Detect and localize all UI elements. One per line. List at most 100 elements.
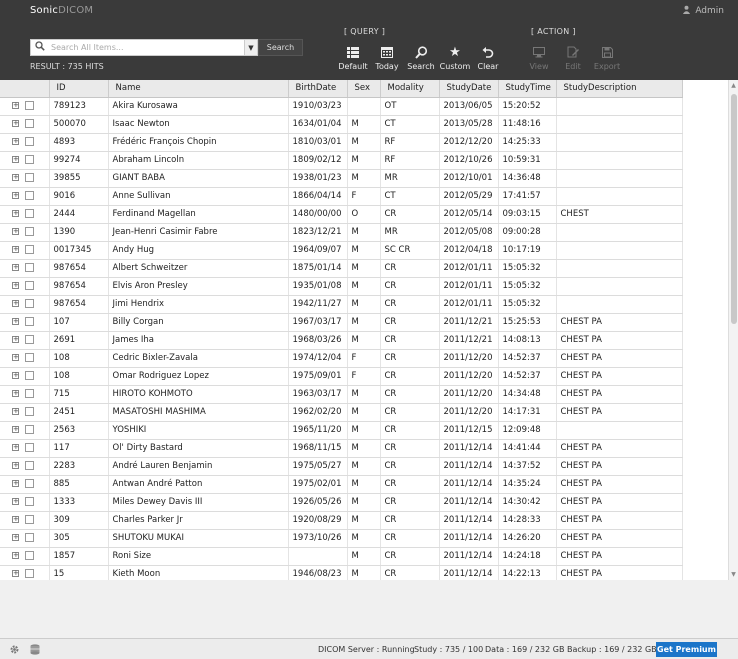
table-row[interactable]: +789123 Akira Kurosawa 1910/03/23 OT 2013/06… [0, 97, 683, 116]
row-checkbox[interactable] [25, 101, 34, 110]
row-checkbox[interactable] [25, 227, 34, 236]
table-row[interactable]: +2283 André Lauren Benjamin 1975/05/27 M CR 2… [0, 457, 683, 476]
table-row[interactable]: +2444 Ferdinand Magellan 1480/00/00 O CR 2012… [0, 205, 683, 224]
table-row[interactable]: +2563 YOSHIKI 1965/11/20 M CR 2011/12/15 12:09… [0, 421, 683, 440]
row-checkbox[interactable] [25, 497, 34, 506]
header-studydate[interactable]: StudyDate [439, 80, 499, 98]
expand-icon[interactable]: + [12, 372, 19, 379]
clear-button[interactable]: Clear [471, 43, 505, 71]
table-row[interactable]: +2691 James Iha 1968/03/26 M CR 2011/12/21 14:… [0, 331, 683, 350]
table-row[interactable]: +1333 Miles Dewey Davis III 1926/05/26 M CR 2… [0, 493, 683, 512]
table-row[interactable]: +108 Omar Rodriguez Lopez 1975/09/01 F CR 201… [0, 367, 683, 386]
header-sex[interactable]: Sex [347, 80, 381, 98]
expand-icon[interactable]: + [12, 210, 19, 217]
search-dropdown-button[interactable]: ▼ [245, 39, 258, 56]
row-checkbox[interactable] [25, 191, 34, 200]
search-toolbar-button[interactable]: Search [404, 43, 438, 71]
expand-icon[interactable]: + [12, 102, 19, 109]
expand-icon[interactable]: + [12, 390, 19, 397]
expand-icon[interactable]: + [12, 498, 19, 505]
table-row[interactable]: +39855 GIANT BABA 1938/01/23 M MR 2012/10/01 1… [0, 169, 683, 188]
row-checkbox[interactable] [25, 119, 34, 128]
export-button[interactable]: Export [590, 43, 624, 71]
expand-icon[interactable]: + [12, 246, 19, 253]
table-scrollbar[interactable]: ▲ ▼ [728, 80, 738, 580]
table-row[interactable]: +309 Charles Parker Jr 1920/08/29 M CR 2011/1… [0, 511, 683, 530]
row-checkbox[interactable] [25, 335, 34, 344]
search-button[interactable]: Search [258, 39, 303, 56]
table-row[interactable]: +987654 Jimi Hendrix 1942/11/27 M CR 2012/01/… [0, 295, 683, 314]
header-studydescription[interactable]: StudyDescription [556, 80, 683, 98]
expand-icon[interactable]: + [12, 174, 19, 181]
table-row[interactable]: +108 Cedric Bixler-Zavala 1974/12/04 F CR 201… [0, 349, 683, 368]
gear-icon[interactable] [9, 644, 21, 656]
table-row[interactable]: +1390 Jean-Henri Casimir Fabre 1823/12/21 M… [0, 223, 683, 242]
row-checkbox[interactable] [25, 281, 34, 290]
expand-icon[interactable]: + [12, 282, 19, 289]
row-checkbox[interactable] [25, 461, 34, 470]
row-checkbox[interactable] [25, 389, 34, 398]
database-icon[interactable] [30, 644, 42, 656]
default-button[interactable]: Default [336, 43, 370, 71]
expand-icon[interactable]: + [12, 264, 19, 271]
table-row[interactable]: +117 Ol' Dirty Bastard 1968/11/15 M CR 2011/1… [0, 439, 683, 458]
expand-icon[interactable]: + [12, 192, 19, 199]
table-row[interactable]: +4893 Frédéric François Chopin 1810/03/01 M… [0, 133, 683, 152]
expand-icon[interactable]: + [12, 480, 19, 487]
table-row[interactable]: +0017345 Andy Hug 1964/09/07 M SC CR 2012/04/… [0, 241, 683, 260]
table-row[interactable]: +500070 Isaac Newton 1634/01/04 M CT 2013/05/… [0, 115, 683, 134]
row-checkbox[interactable] [25, 317, 34, 326]
expand-icon[interactable]: + [12, 138, 19, 145]
row-checkbox[interactable] [25, 353, 34, 362]
expand-icon[interactable]: + [12, 516, 19, 523]
scroll-up-icon[interactable]: ▲ [729, 82, 738, 89]
expand-icon[interactable]: + [12, 156, 19, 163]
table-row[interactable]: +1857 Roni Size M CR 2011/12/14 14:24:18 CHEST… [0, 547, 683, 566]
table-row[interactable]: +987654 Elvis Aron Presley 1935/01/08 M CR 20… [0, 277, 683, 296]
expand-icon[interactable]: + [12, 462, 19, 469]
row-checkbox[interactable] [25, 407, 34, 416]
row-checkbox[interactable] [25, 137, 34, 146]
row-checkbox[interactable] [25, 479, 34, 488]
row-checkbox[interactable] [25, 569, 34, 578]
expand-icon[interactable]: + [12, 444, 19, 451]
user-menu[interactable]: Admin [682, 5, 724, 17]
header-studytime[interactable]: StudyTime [498, 80, 557, 98]
expand-icon[interactable]: + [12, 426, 19, 433]
edit-button[interactable]: Edit [556, 43, 590, 71]
header-birthdate[interactable]: BirthDate [288, 80, 348, 98]
row-checkbox[interactable] [25, 371, 34, 380]
expand-icon[interactable]: + [12, 336, 19, 343]
table-row[interactable]: +885 Antwan André Patton 1975/02/01 M CR 2011… [0, 475, 683, 494]
row-checkbox[interactable] [25, 533, 34, 542]
row-checkbox[interactable] [25, 551, 34, 560]
row-checkbox[interactable] [25, 425, 34, 434]
table-row[interactable]: +107 Billy Corgan 1967/03/17 M CR 2011/12/21 1… [0, 313, 683, 332]
table-row[interactable]: +715 HIROTO KOHMOTO 1963/03/17 M CR 2011/12/2… [0, 385, 683, 404]
row-checkbox[interactable] [25, 299, 34, 308]
expand-icon[interactable]: + [12, 228, 19, 235]
row-checkbox[interactable] [25, 209, 34, 218]
expand-icon[interactable]: + [12, 570, 19, 577]
expand-icon[interactable]: + [12, 534, 19, 541]
search-input[interactable] [49, 40, 244, 55]
table-row[interactable]: +99274 Abraham Lincoln 1809/02/12 M RF 2012/1… [0, 151, 683, 170]
row-checkbox[interactable] [25, 155, 34, 164]
get-premium-button[interactable]: Get Premium [656, 642, 717, 657]
row-checkbox[interactable] [25, 245, 34, 254]
expand-icon[interactable]: + [12, 354, 19, 361]
expand-icon[interactable]: + [12, 408, 19, 415]
header-modality[interactable]: Modality [380, 80, 440, 98]
table-row[interactable]: +2451 MASATOSHI MASHIMA 1962/02/20 M CR 2011/… [0, 403, 683, 422]
row-checkbox[interactable] [25, 515, 34, 524]
today-button[interactable]: Today [370, 43, 404, 71]
scroll-down-icon[interactable]: ▼ [729, 571, 738, 578]
row-checkbox[interactable] [25, 263, 34, 272]
expand-icon[interactable]: + [12, 300, 19, 307]
expand-icon[interactable]: + [12, 120, 19, 127]
table-row[interactable]: +987654 Albert Schweitzer 1875/01/14 M CR 201… [0, 259, 683, 278]
scrollbar-thumb[interactable] [731, 94, 737, 324]
table-row[interactable]: +15 Kieth Moon 1946/08/23 M CR 2011/12/14 14:2… [0, 565, 683, 580]
row-checkbox[interactable] [25, 443, 34, 452]
expand-icon[interactable]: + [12, 552, 19, 559]
